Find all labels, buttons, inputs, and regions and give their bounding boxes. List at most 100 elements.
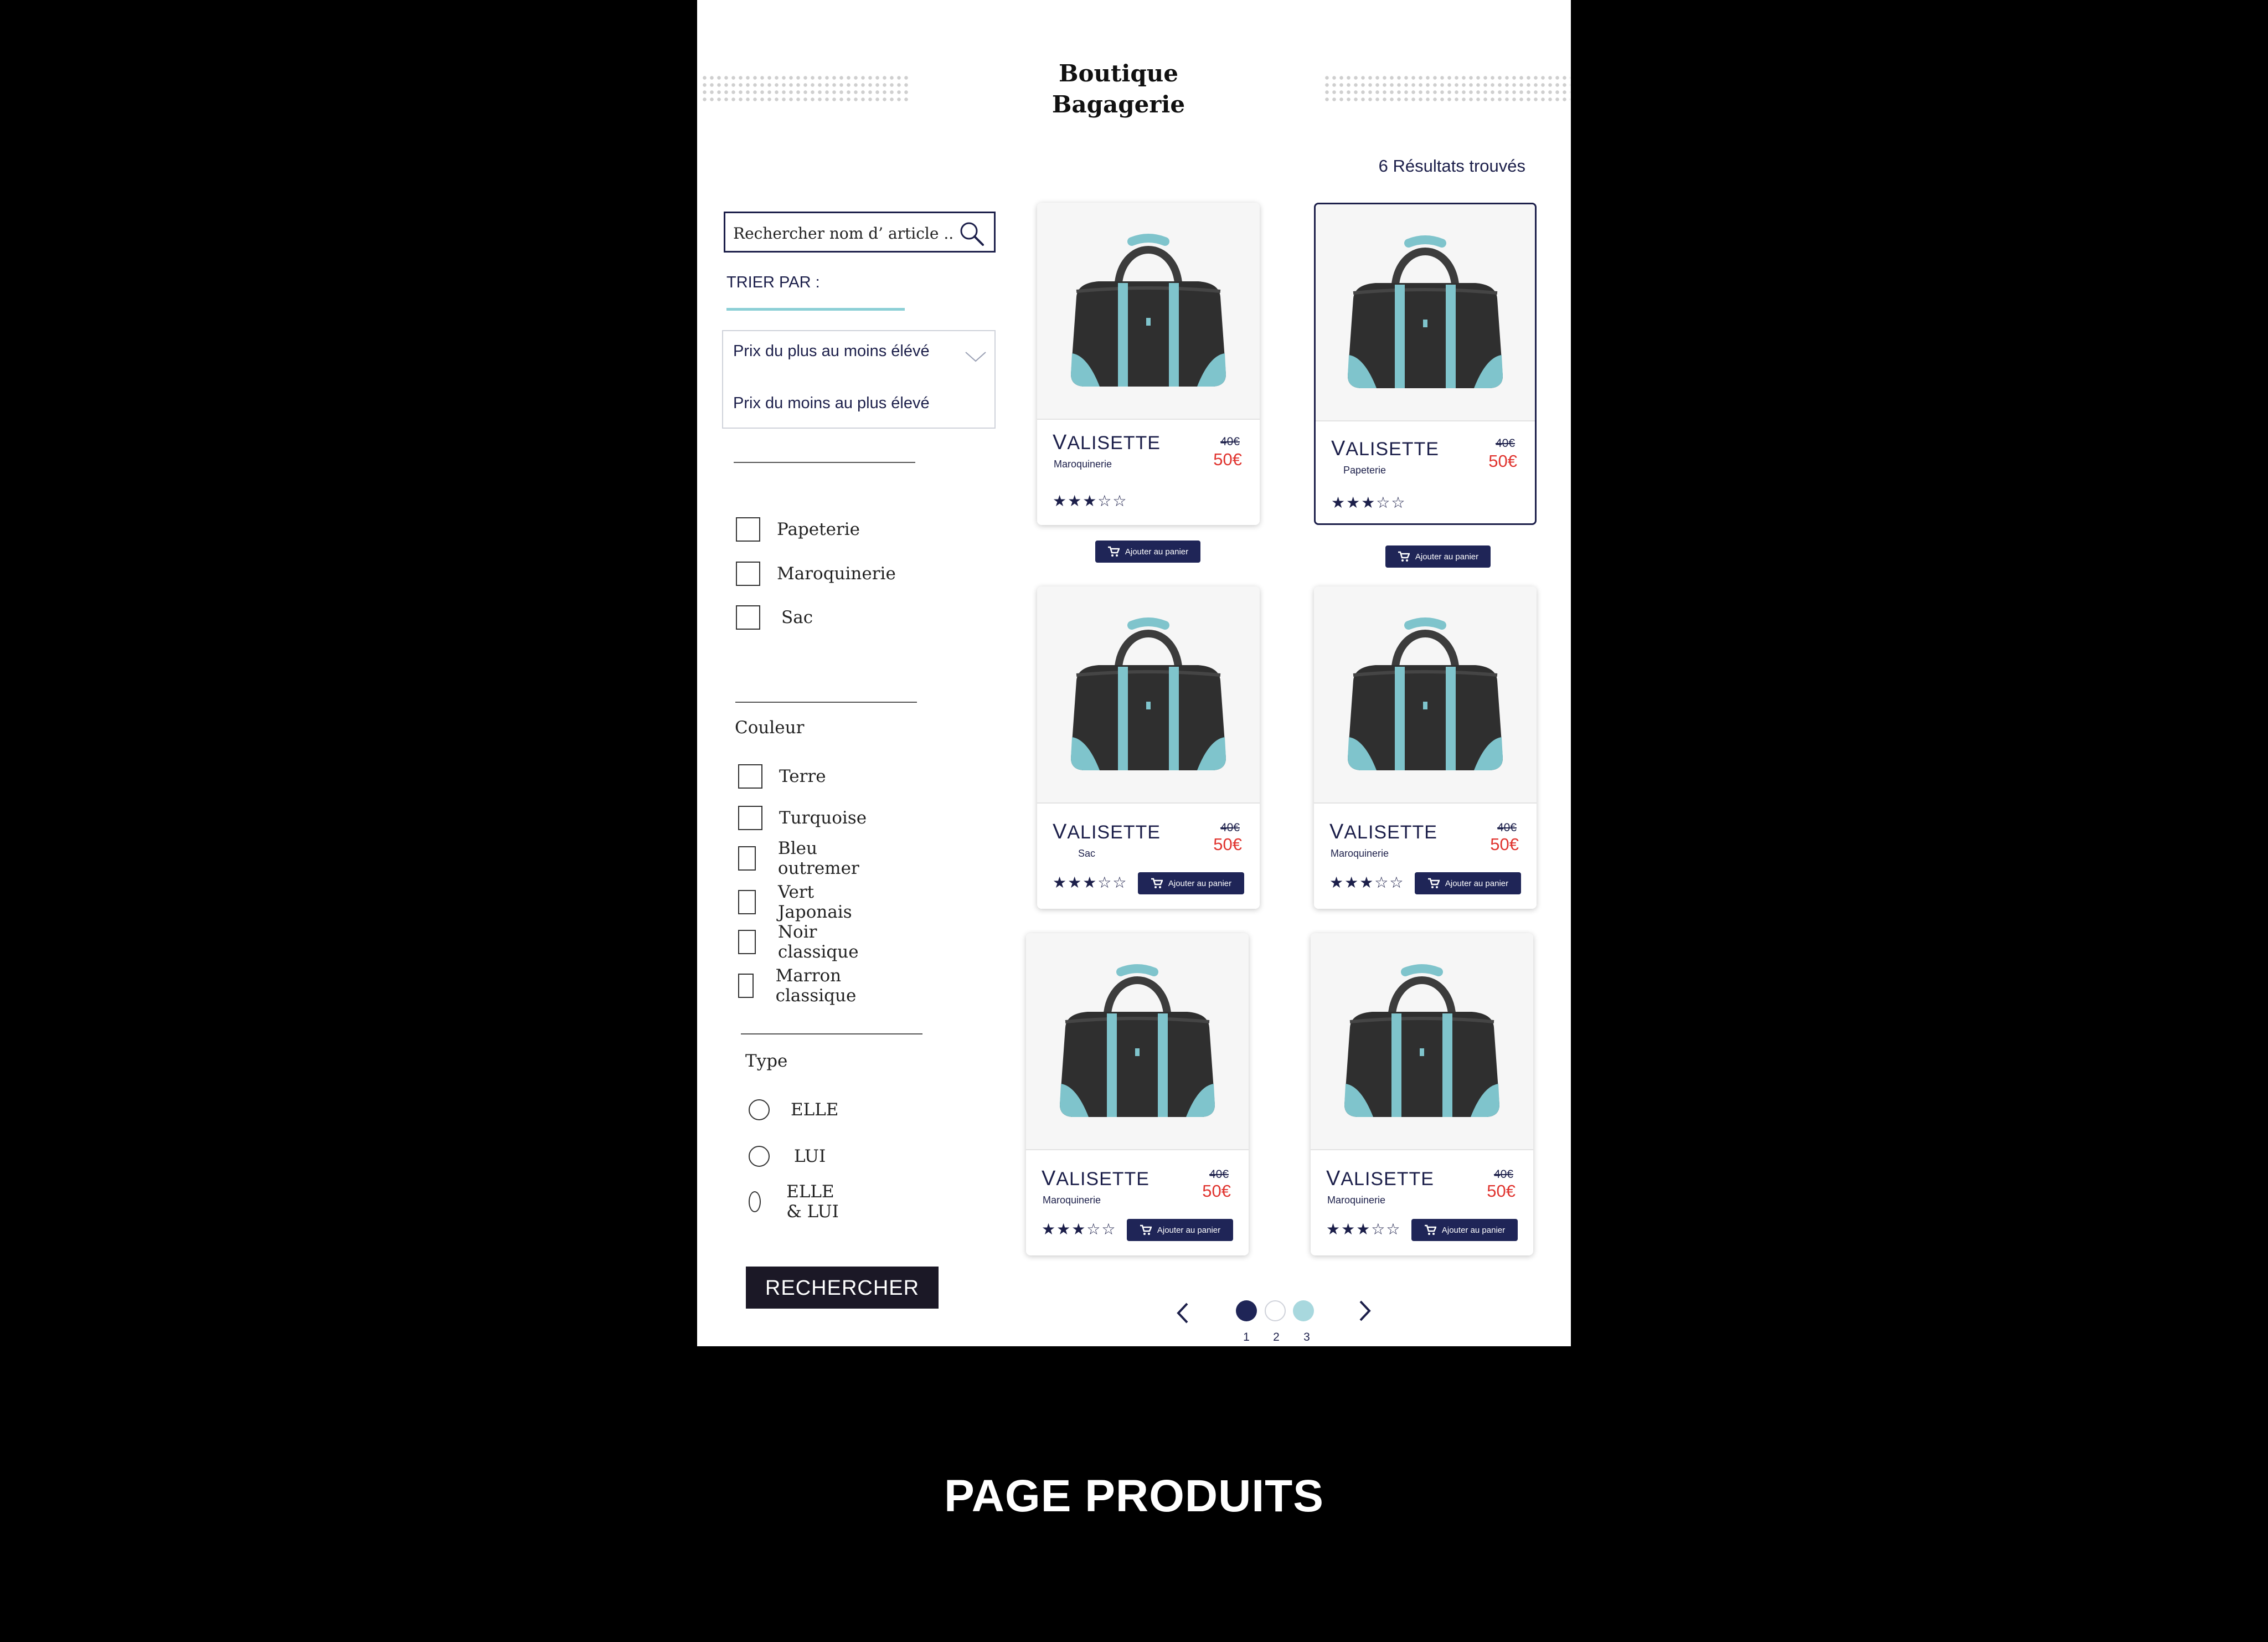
bag-image	[1342, 609, 1508, 780]
old-price: 40€	[1495, 437, 1515, 450]
add-to-cart-label: Ajouter au panier	[1445, 878, 1509, 888]
product-category: Sac	[1078, 848, 1096, 859]
sort-option-asc[interactable]: Prix du moins au plus élevé	[733, 394, 930, 413]
filter-color-vert-japonais[interactable]: Vert Japonais	[738, 882, 859, 922]
checkbox[interactable]	[736, 517, 760, 542]
price: 50€	[1213, 835, 1242, 854]
cart-icon	[1151, 878, 1163, 888]
product-image	[1311, 933, 1533, 1149]
price: 50€	[1487, 1181, 1516, 1201]
search-button[interactable]: RECHERCHER	[746, 1267, 939, 1309]
radio-button[interactable]	[749, 1099, 770, 1120]
filter-type-lui[interactable]: LUI	[749, 1143, 826, 1170]
checkbox-label: Papeterie	[777, 519, 860, 539]
product-category: Maroquinerie	[1043, 1195, 1101, 1206]
product-image	[1037, 203, 1260, 419]
checkbox[interactable]	[738, 890, 756, 914]
name-rest: ALISETTE	[1067, 433, 1161, 454]
filter-color-turquoise[interactable]: Turquoise	[738, 805, 867, 831]
sort-option-desc[interactable]: Prix du plus au moins élévé	[733, 342, 930, 361]
product-card[interactable]: VALISETTE Maroquinerie 40€ 50€ ★★★☆☆ Ajo…	[1311, 933, 1533, 1255]
page-number: 1	[1243, 1331, 1250, 1344]
page-dot-2[interactable]	[1265, 1300, 1286, 1321]
page-dot-1[interactable]	[1236, 1300, 1257, 1321]
price: 50€	[1490, 835, 1519, 854]
filter-sac[interactable]: Sac	[736, 604, 813, 631]
name-initial: V	[1326, 1167, 1341, 1190]
product-name: VALISETTE	[1331, 437, 1439, 461]
cart-icon	[1427, 878, 1440, 888]
filter-papeterie[interactable]: Papeterie	[736, 516, 860, 543]
radio-label: ELLE & LUI	[786, 1182, 839, 1222]
checkbox-label: Marron classique	[775, 966, 857, 1006]
page-number: 2	[1273, 1331, 1280, 1344]
product-card[interactable]: VALISETTE Maroquinerie 40€ 50€ ★★★☆☆	[1037, 203, 1260, 525]
divider	[1037, 419, 1260, 420]
add-to-cart-button[interactable]: Ajouter au panier	[1411, 1219, 1518, 1241]
filter-maroquinerie[interactable]: Maroquinerie	[736, 560, 896, 587]
divider	[741, 1033, 922, 1034]
product-image	[1037, 586, 1260, 802]
sort-label: TRIER PAR :	[726, 274, 820, 291]
sort-dropdown[interactable]: Prix du plus au moins élévé Prix du moin…	[722, 330, 996, 429]
radio-label: LUI	[794, 1146, 826, 1166]
old-price: 40€	[1220, 435, 1240, 448]
filter-color-bleu-outremer[interactable]: Bleu outremer	[738, 838, 866, 878]
product-card[interactable]: VALISETTE Sac 40€ 50€ ★★★☆☆ Ajouter au p…	[1037, 586, 1260, 909]
add-to-cart-label: Ajouter au panier	[1168, 878, 1232, 888]
search-icon[interactable]	[957, 220, 986, 248]
checkbox[interactable]	[738, 806, 762, 830]
results-count: 6 Résultats trouvés	[1378, 156, 1525, 176]
cart-icon	[1424, 1224, 1436, 1235]
filter-color-noir-classique[interactable]: Noir classique	[738, 922, 865, 962]
product-name: VALISETTE	[1329, 820, 1437, 844]
name-rest: ALISETTE	[1067, 822, 1161, 843]
product-card[interactable]: VALISETTE Maroquinerie 40€ 50€ ★★★☆☆ Ajo…	[1026, 933, 1249, 1255]
divider	[1037, 802, 1260, 804]
checkbox-label: Bleu outremer	[777, 838, 859, 878]
add-to-cart-button[interactable]: Ajouter au panier	[1385, 545, 1491, 568]
product-card[interactable]: VALISETTE Maroquinerie 40€ 50€ ★★★☆☆ Ajo…	[1314, 586, 1537, 909]
name-initial: V	[1042, 1167, 1056, 1190]
radio-button[interactable]	[749, 1191, 761, 1212]
checkbox[interactable]	[738, 846, 756, 871]
checkbox-label: Turquoise	[779, 808, 867, 828]
filter-type-elle[interactable]: ELLE	[749, 1097, 838, 1123]
old-price: 40€	[1497, 821, 1517, 834]
product-category: Maroquinerie	[1054, 459, 1112, 470]
page-dot-3[interactable]	[1293, 1300, 1314, 1321]
filter-type-elle-lui[interactable]: ELLE & LUI	[749, 1182, 843, 1222]
filter-color-marron-classique[interactable]: Marron classique	[738, 966, 865, 1006]
search-input[interactable]	[732, 221, 956, 245]
price: 50€	[1202, 1181, 1231, 1201]
name-initial: V	[1329, 820, 1344, 843]
product-card[interactable]: VALISETTE Papeterie 40€ 50€ ★★★☆☆	[1314, 203, 1537, 525]
product-image	[1316, 204, 1535, 420]
add-to-cart-button[interactable]: Ajouter au panier	[1095, 541, 1200, 563]
bag-image	[1342, 227, 1508, 398]
sort-underline	[726, 308, 905, 311]
add-to-cart-button[interactable]: Ajouter au panier	[1415, 872, 1521, 894]
radio-label: ELLE	[791, 1100, 839, 1120]
chevron-right-icon[interactable]	[1355, 1297, 1375, 1325]
checkbox[interactable]	[738, 930, 756, 954]
divider	[1311, 1149, 1533, 1150]
star-rating: ★★★☆☆	[1053, 492, 1128, 510]
chevron-left-icon[interactable]	[1173, 1299, 1193, 1327]
add-to-cart-button[interactable]: Ajouter au panier	[1138, 872, 1244, 894]
radio-button[interactable]	[749, 1146, 770, 1167]
checkbox[interactable]	[736, 562, 760, 586]
divider	[735, 702, 917, 703]
star-rating: ★★★☆☆	[1329, 873, 1405, 892]
chevron-down-icon[interactable]	[963, 348, 988, 364]
add-to-cart-button[interactable]: Ajouter au panier	[1127, 1219, 1233, 1241]
product-name: VALISETTE	[1053, 820, 1161, 844]
checkbox[interactable]	[738, 764, 762, 789]
name-rest: ALISETTE	[1056, 1169, 1150, 1190]
checkbox-label: Maroquinerie	[777, 564, 896, 584]
filter-color-terre[interactable]: Terre	[738, 763, 826, 790]
product-category: Maroquinerie	[1331, 848, 1389, 859]
checkbox[interactable]	[736, 605, 760, 630]
checkbox[interactable]	[738, 974, 754, 998]
add-to-cart-label: Ajouter au panier	[1157, 1225, 1221, 1235]
